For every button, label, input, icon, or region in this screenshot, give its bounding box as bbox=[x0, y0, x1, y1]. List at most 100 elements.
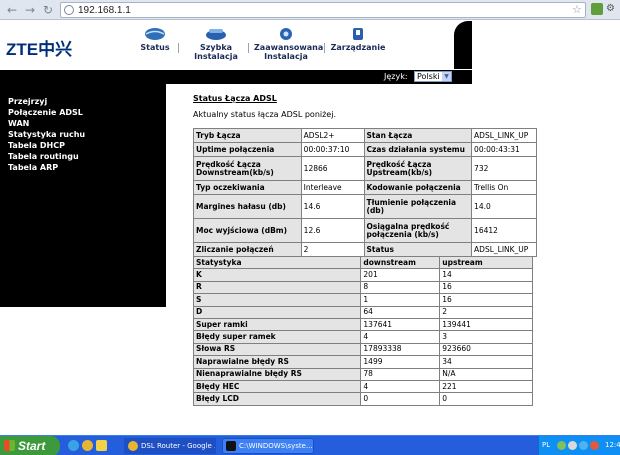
status-label: Stan Łącza bbox=[363, 128, 473, 143]
page-subtitle: Aktualny status łącza ADSL poniżej. bbox=[193, 110, 336, 119]
status-value: 12866 bbox=[300, 156, 365, 181]
status-value: Interleave bbox=[300, 180, 365, 195]
stat-downstream: 4 bbox=[360, 330, 441, 344]
taskbar-item-label: DSL Router - Google ... bbox=[141, 442, 216, 450]
table-row: Błędy super ramek 4 3 bbox=[192, 330, 533, 344]
taskbar-item-cmd[interactable]: C:\WINDOWS\syste... bbox=[222, 438, 314, 454]
status-label: Osiągalna prędkość połączenia (kb/s) bbox=[363, 218, 473, 243]
stat-upstream: 3 bbox=[439, 330, 533, 344]
status-label: Prędkość Łącza Downstream(kb/s) bbox=[193, 156, 302, 181]
forward-arrow-icon[interactable]: → bbox=[22, 2, 38, 18]
nav-advanced-setup[interactable]: Zaawansowana Instalacja bbox=[254, 27, 323, 61]
stat-downstream: 8 bbox=[360, 280, 441, 295]
status-label: Tryb Łącza bbox=[193, 128, 302, 143]
table-row: Naprawialne błędy RS 1499 34 bbox=[192, 355, 533, 369]
page-title: Status Łącza ADSL bbox=[193, 94, 277, 103]
table-row: Słowa RS 17893338 923660 bbox=[192, 342, 533, 357]
tray-app-icon[interactable] bbox=[579, 441, 588, 450]
start-button[interactable]: Start bbox=[0, 436, 60, 455]
taskbar-item-browser[interactable]: DSL Router - Google ... bbox=[124, 438, 216, 454]
table-row: Błędy HEC 4 221 bbox=[192, 379, 533, 394]
status-label: Zliczanie połączeń bbox=[193, 242, 302, 257]
table-row: Nienaprawialne błędy RS 78 N/A bbox=[192, 367, 533, 381]
stat-downstream: 137641 bbox=[360, 317, 441, 332]
table-row: D 64 2 bbox=[192, 305, 533, 319]
stat-downstream: 64 bbox=[360, 305, 441, 319]
status-value: ADSL_LINK_UP bbox=[471, 128, 537, 143]
stat-upstream: 221 bbox=[439, 379, 533, 394]
sidebar-item-adsl[interactable]: Połączenie ADSL bbox=[8, 107, 166, 118]
status-value: ADSL_LINK_UP bbox=[471, 242, 537, 257]
table-row: Błędy LCD 0 0 bbox=[192, 392, 533, 406]
table-header-row: Statystyka downstream upstream bbox=[192, 255, 533, 270]
stat-upstream: 16 bbox=[439, 293, 533, 307]
column-header: downstream bbox=[360, 255, 441, 270]
stat-name: Super ramki bbox=[192, 317, 362, 332]
windows-taskbar: Start DSL Router - Google ... C:\WINDOWS… bbox=[0, 435, 620, 455]
ie-icon[interactable] bbox=[68, 440, 79, 451]
network-icon[interactable] bbox=[557, 441, 566, 450]
column-header: upstream bbox=[439, 255, 533, 270]
status-value: 732 bbox=[471, 156, 537, 181]
volume-icon[interactable] bbox=[568, 441, 577, 450]
nav-status[interactable]: Status bbox=[140, 27, 170, 52]
system-tray: PL 12:48 bbox=[538, 436, 620, 455]
router-header: ZTE中兴 Status Szybka Instalacja Zaawansow… bbox=[0, 21, 472, 69]
console-icon bbox=[226, 441, 236, 451]
status-value: 2 bbox=[300, 242, 365, 257]
status-value: Trellis On bbox=[471, 180, 537, 195]
reload-icon[interactable]: ↻ bbox=[40, 2, 56, 18]
back-arrow-icon[interactable]: ← bbox=[4, 2, 20, 18]
chrome-icon bbox=[128, 441, 138, 451]
stat-name: D bbox=[192, 305, 362, 319]
status-label: Czas działania systemu bbox=[363, 142, 473, 157]
status-label: Moc wyjściowa (dBm) bbox=[193, 218, 302, 243]
nav-separator bbox=[248, 43, 249, 53]
url-text: 192.168.1.1 bbox=[78, 5, 131, 16]
security-icon[interactable] bbox=[590, 441, 599, 450]
quick-setup-icon bbox=[206, 29, 226, 40]
folder-icon[interactable] bbox=[96, 440, 107, 451]
header-decoration bbox=[454, 21, 472, 69]
sidebar-item-routing[interactable]: Tabela routingu bbox=[8, 151, 166, 162]
address-bar[interactable]: 192.168.1.1 bbox=[60, 2, 586, 18]
status-globe-icon bbox=[145, 28, 165, 40]
browser-toolbar: ← → ↻ 192.168.1.1 ☆ ⚙ bbox=[0, 0, 620, 20]
nav-quick-setup-label: Szybka Instalacja bbox=[194, 43, 238, 61]
table-row: Margines hałasu (db) 14.6 Tłumienie połą… bbox=[193, 194, 537, 219]
stat-name: Błędy LCD bbox=[192, 392, 362, 406]
table-row: Prędkość Łącza Downstream(kb/s) 12866 Pr… bbox=[193, 156, 537, 181]
extension-icon[interactable] bbox=[591, 3, 603, 15]
sidebar-item-wan[interactable]: WAN bbox=[8, 118, 166, 129]
sidebar-item-arp[interactable]: Tabela ARP bbox=[8, 162, 166, 173]
sidebar-item-overview[interactable]: Przejrzyj bbox=[8, 96, 166, 107]
stat-name: Błędy HEC bbox=[192, 379, 362, 394]
tray-language[interactable]: PL bbox=[542, 441, 550, 449]
stat-upstream: 0 bbox=[439, 392, 533, 406]
status-label: Status bbox=[363, 242, 473, 257]
taskbar-item-label: C:\WINDOWS\syste... bbox=[239, 442, 313, 450]
management-icon bbox=[353, 28, 363, 40]
nav-management[interactable]: Zarządzanie bbox=[330, 27, 386, 52]
sidebar-item-dhcp[interactable]: Tabela DHCP bbox=[8, 140, 166, 151]
stat-name: S bbox=[192, 293, 362, 307]
table-row: Tryb Łącza ADSL2+ Stan Łącza ADSL_LINK_U… bbox=[193, 128, 537, 143]
stat-name: K bbox=[192, 268, 362, 282]
nav-quick-setup[interactable]: Szybka Instalacja bbox=[190, 27, 242, 61]
stat-upstream: 139441 bbox=[439, 317, 533, 332]
stat-downstream: 0 bbox=[360, 392, 441, 406]
sidebar-item-traffic[interactable]: Statystyka ruchu bbox=[8, 129, 166, 140]
start-label: Start bbox=[18, 439, 46, 453]
sidebar: Przejrzyj Połączenie ADSL WAN Statystyka… bbox=[0, 84, 166, 307]
stat-downstream: 78 bbox=[360, 367, 441, 381]
table-row: R 8 16 bbox=[192, 280, 533, 295]
table-row: S 1 16 bbox=[192, 293, 533, 307]
language-label: Język: bbox=[384, 72, 408, 81]
chrome-icon[interactable] bbox=[82, 440, 93, 451]
windows-logo-icon bbox=[4, 440, 15, 451]
status-value: 14.0 bbox=[471, 194, 537, 219]
bookmark-star-icon[interactable]: ☆ bbox=[572, 3, 582, 16]
stat-downstream: 17893338 bbox=[360, 342, 441, 357]
wrench-menu-icon[interactable]: ⚙ bbox=[606, 3, 617, 15]
language-select[interactable]: Polski ▼ bbox=[414, 71, 452, 82]
